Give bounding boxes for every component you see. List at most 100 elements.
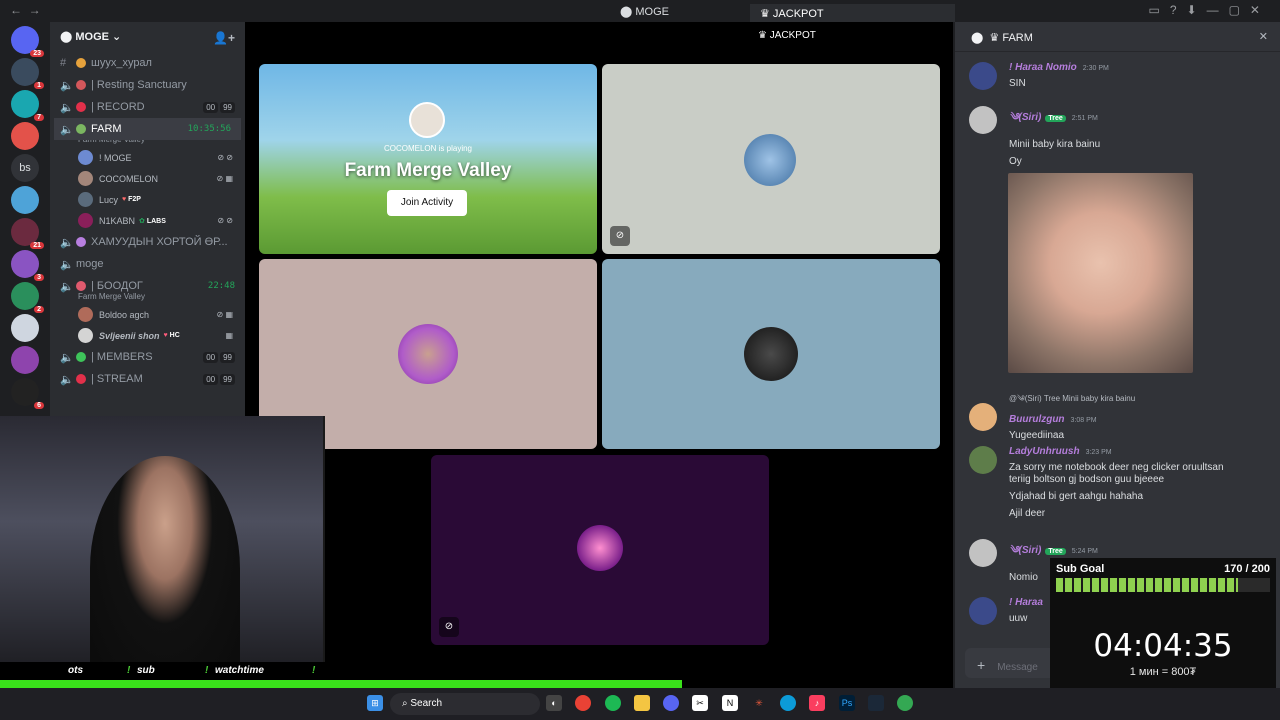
chip: 99 [220,373,235,385]
channel-voice[interactable]: 🔈 ХАМУУДЫН ХОРТОЙ ӨР... [50,231,245,253]
avatar[interactable] [969,62,997,90]
voice-member[interactable]: Boldoo agch ⊘ ▦ [50,304,245,325]
jackpot-tab[interactable]: ♛ JACKPOT [750,4,955,22]
member-name: ! MOGE [99,152,132,163]
chat-header: ⬤ ♛ FARM ✕ [955,22,1280,52]
avatar[interactable] [969,106,997,134]
channel-voice[interactable]: 🔈 | RECORD 00 99 [50,96,245,118]
participant-tile[interactable] [602,259,940,449]
activity-icon: ▦ [225,331,233,340]
message-author[interactable]: ༄(Siri) [1009,545,1041,556]
server-icon[interactable]: 7 [11,90,44,121]
member-tag: ♥ F2P [122,196,141,203]
server-icon[interactable]: 3 [11,250,44,281]
message-time: 5:24 PM [1071,548,1098,555]
participant-tile[interactable]: ⊘ [431,455,769,645]
channel-voice[interactable]: 🔈 | Resting Sanctuary [50,74,245,96]
timer-rate: 1 мин = 800₮ [1129,666,1197,678]
stream-progress-bar [0,680,682,688]
server-icon[interactable] [11,186,39,214]
speaker-icon: 🔈 [60,280,74,293]
member-name: Svljeenii shon [99,330,160,341]
speaker-icon: 🔈 [60,123,74,136]
server-icon[interactable]: 1 [11,58,44,89]
message-placeholder: Message [997,662,1038,673]
add-member-icon[interactable]: 👤+ [213,31,235,45]
avatar[interactable] [969,597,997,625]
message-time: 2:30 PM [1082,65,1109,72]
claude-icon[interactable]: ✳ [751,695,767,711]
channel-voice[interactable]: 🔈 | MEMBERS 00 99 [50,346,245,368]
taskbar-search[interactable]: ⌕ Search [390,693,540,715]
steam-icon[interactable] [868,695,884,711]
server-icon[interactable] [11,122,39,150]
server-bs[interactable]: bs [11,154,39,182]
command-ticker: ots ! sub ! watchtime ! [0,662,325,680]
chip: 00 [203,373,219,385]
capcut-icon[interactable]: ✂ [692,695,708,711]
channel-emoji [76,281,86,291]
browser-icon[interactable] [780,695,796,711]
tag-text: HC [169,332,180,339]
image-attachment[interactable] [1008,173,1193,373]
chat-message: LadyUnhruush 3:23 PM Za sorry me notebook… [969,446,1269,520]
channel-text[interactable]: # шууx_хурал [50,52,245,74]
avatar [78,150,93,165]
discord-icon[interactable] [663,695,679,711]
badge: 7 [34,114,44,121]
activity-tile[interactable]: COCOMELON is playing Farm Merge Valley J… [259,64,597,254]
join-activity-button[interactable]: Join Activity [387,190,467,216]
close-icon[interactable]: ✕ [1259,30,1268,43]
avatar[interactable] [969,403,997,431]
folder-icon[interactable] [634,695,650,711]
avatar[interactable] [969,446,997,474]
message-author[interactable]: LadyUnhruush [1009,446,1080,457]
server-icon[interactable] [11,314,39,342]
activity-icon: ⊘ ▦ [216,310,233,319]
server-icon[interactable]: 6 [11,378,44,409]
chrome-alt-icon[interactable] [897,695,913,711]
server-header[interactable]: ⬤ MOGE ⌄ 👤+ [50,22,245,52]
chrome-icon[interactable] [575,695,591,711]
message-text: uuw [1009,613,1028,624]
role-tag: Tree [1045,548,1066,555]
message-author[interactable]: ༄(Siri) [1009,112,1041,123]
channel-voice[interactable]: 🔈 | STREAM 00 99 [50,368,245,390]
avatar [409,102,445,138]
photoshop-icon[interactable]: Ps [839,695,855,711]
stage-header: ♛ JACKPOT [758,30,816,41]
server-icon[interactable]: 2 [11,282,44,313]
server-icon[interactable]: 21 [11,218,44,249]
participant-tile[interactable]: ⊘ [602,64,940,254]
server-icon[interactable] [11,346,39,374]
voice-member[interactable]: Svljeenii shon ♥ HC ▦ [50,325,245,346]
notion-icon[interactable]: N [722,695,738,711]
voice-member[interactable]: N1KABN ✿ LABS ⊘ ⊘ [50,210,245,231]
channel-voice[interactable]: 🔈 moge [50,253,245,275]
badge: 1 [34,82,44,89]
voice-member[interactable]: COCOMELON ⊘ ▦ [50,168,245,189]
window-controls[interactable]: ▭?⬇—▢✕ [1149,3,1270,17]
bang-icon: ! [127,665,131,676]
stage-header-text: JACKPOT [769,30,816,41]
reply-preview[interactable]: @༄(Siri) Tree Minii baby kira bainu [1009,389,1269,412]
member-name: N1KABN [99,215,136,226]
spotify-icon[interactable] [605,695,621,711]
avatar[interactable] [969,539,997,567]
channel-voice[interactable]: 🔈 | БООДОГ 22:48 [50,275,245,297]
music-icon[interactable]: ♪ [809,695,825,711]
windows-start-icon[interactable]: ⊞ [367,695,383,711]
widgets-icon[interactable]: ◐ [546,695,562,711]
message-author[interactable]: Buurulzgun [1009,414,1065,425]
home-icon[interactable]: 23 [11,26,44,57]
voice-member[interactable]: ! MOGE ⊘ ⊘ [50,147,245,168]
voice-member[interactable]: Lucy ♥ F2P [50,189,245,210]
bang-icon: ! [205,665,209,676]
message-author[interactable]: ! Haraa [1009,597,1043,608]
command-text: sub [137,665,155,676]
sub-goal-label: Sub Goal [1056,563,1105,575]
add-attachment-icon[interactable]: + [977,657,985,673]
channel-voice-farm[interactable]: 🔈 FARM 10:35:56 [54,118,241,140]
back-forward-icons[interactable]: ← → [10,3,41,17]
message-author[interactable]: ! Haraa Nomio [1009,62,1077,73]
